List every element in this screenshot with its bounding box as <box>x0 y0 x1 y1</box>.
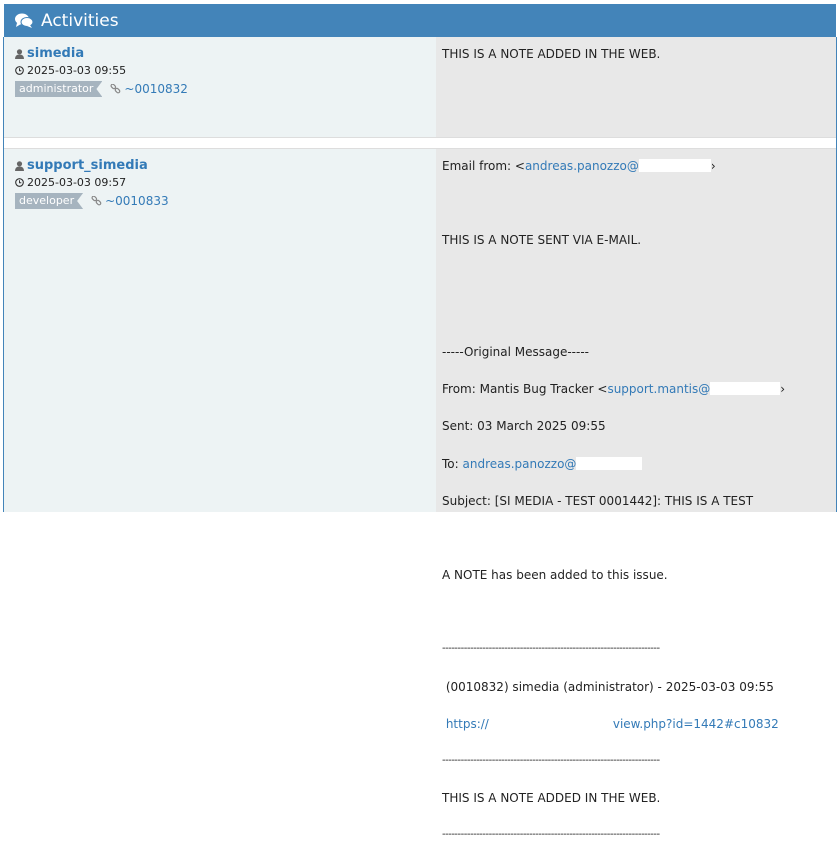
clock-icon <box>15 66 24 75</box>
dash-separator: ----------------------------------------… <box>442 755 660 766</box>
note-permalink[interactable]: ~0010833 <box>105 194 169 208</box>
email-from-line: Email from: <andreas.panozzo@ › <box>442 159 716 173</box>
orig-sent-line: Sent: 03 March 2025 09:55 <box>442 419 606 434</box>
note-author-link[interactable]: support_simedia <box>27 158 148 173</box>
quoted-note-url[interactable]: https:// view.php?id=1442#c10832 <box>442 715 836 734</box>
note-timestamp: 2025-03-03 09:57 <box>27 176 127 189</box>
note-author-panel: support_simedia 2025-03-03 09:57 develop… <box>4 149 436 512</box>
redacted-block <box>576 456 643 470</box>
email-from-address[interactable]: andreas.panozzo@ <box>525 159 639 173</box>
orig-subject-line: Subject: [SI MEDIA - TEST 0001442]: THIS… <box>442 493 754 508</box>
link-icon <box>91 195 102 205</box>
redacted-block <box>488 716 613 730</box>
orig-to-line: To: andreas.panozzo@ <box>442 455 836 474</box>
orig-to-label: To: <box>442 456 463 471</box>
note-permalink[interactable]: ~0010832 <box>124 82 188 96</box>
orig-from-address[interactable]: support.mantis@ <box>607 382 710 396</box>
url-end[interactable]: view.php?id=1442#c10832 <box>613 717 779 731</box>
role-badge: administrator <box>15 81 102 97</box>
orig-to-address[interactable]: andreas.panozzo@ <box>463 457 577 471</box>
user-icon <box>15 160 24 171</box>
note-author-panel: simedia 2025-03-03 09:55 administrator ~… <box>4 37 436 137</box>
email-from-label: Email from: < <box>442 159 525 173</box>
user-icon <box>15 48 24 59</box>
clock-icon <box>15 178 24 187</box>
note-author-link[interactable]: simedia <box>27 46 84 61</box>
original-message-header: -----Original Message----- <box>442 344 589 359</box>
quoted-note-ref: (0010832) simedia (administrator) - 2025… <box>442 679 774 694</box>
quoted-note-text: THIS IS A NOTE ADDED IN THE WEB. <box>442 791 661 806</box>
email-body: THIS IS A NOTE SENT VIA E-MAIL. <box>442 233 642 248</box>
dash-separator: ----------------------------------------… <box>442 643 660 655</box>
note-added-line: A NOTE has been added to this issue. <box>442 568 668 583</box>
note-text: THIS IS A NOTE ADDED IN THE WEB. <box>436 37 836 137</box>
link-icon <box>110 83 121 93</box>
note-row: support_simedia 2025-03-03 09:57 develop… <box>4 149 836 840</box>
url-start[interactable]: https:// <box>446 717 489 731</box>
note-body: THIS IS A NOTE ADDED IN THE WEB. <box>442 47 661 61</box>
comments-icon <box>15 13 33 28</box>
note-row: simedia 2025-03-03 09:55 administrator ~… <box>4 37 836 137</box>
redacted-block <box>638 159 711 172</box>
activities-title: Activities <box>41 10 119 31</box>
note-text: Email from: <andreas.panozzo@ › THIS IS A… <box>436 149 836 840</box>
dash-separator: ----------------------------------------… <box>442 829 660 841</box>
redacted-block <box>710 382 781 396</box>
note-spacer <box>4 138 836 148</box>
orig-from-line: From: Mantis Bug Tracker <support.mantis… <box>442 382 786 397</box>
note-timestamp: 2025-03-03 09:55 <box>27 64 127 77</box>
role-badge: developer <box>15 193 83 209</box>
activities-header: Activities <box>4 4 836 37</box>
orig-from-label: From: Mantis Bug Tracker < <box>442 382 608 397</box>
